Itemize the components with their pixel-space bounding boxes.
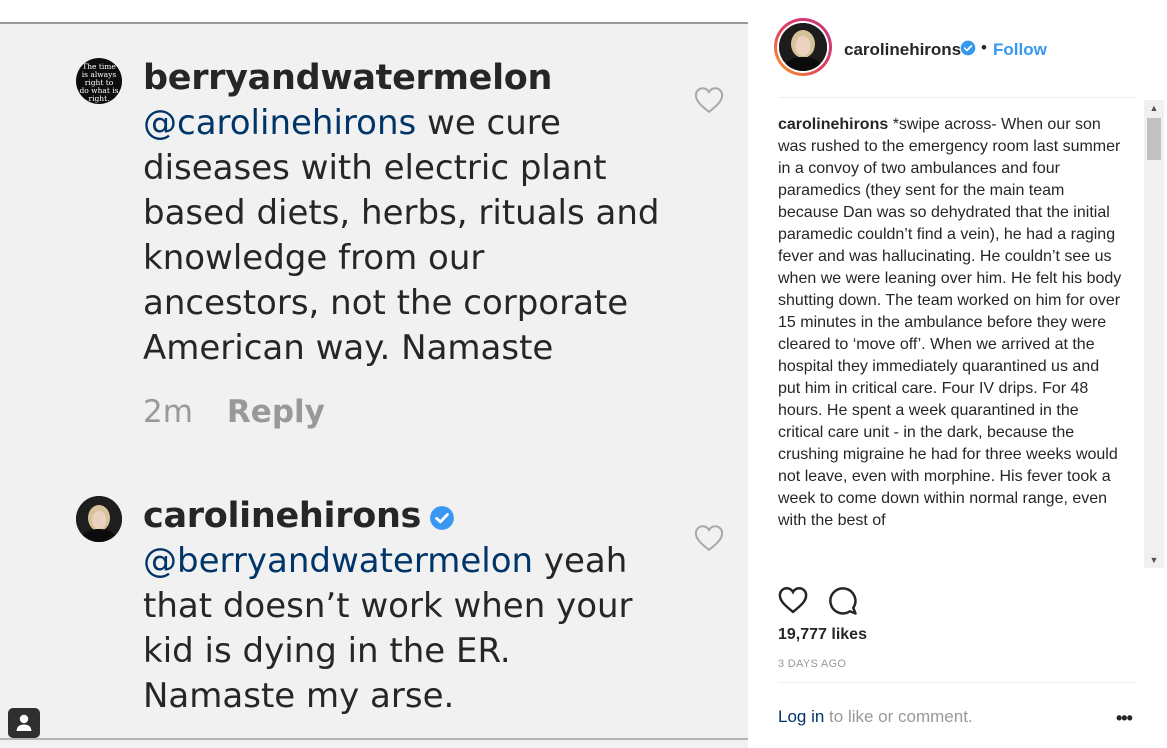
comment-mention: @carolinehirons bbox=[143, 103, 417, 143]
caption-username[interactable]: carolinehirons bbox=[778, 116, 888, 133]
comment-meta: 2m Reply bbox=[143, 394, 325, 430]
avatar-portrait bbox=[76, 496, 122, 542]
caption-scrollbar[interactable]: ▲ ▼ bbox=[1144, 100, 1164, 568]
follow-button[interactable]: Follow bbox=[993, 40, 1047, 60]
login-prompt: Log in to like or comment. bbox=[778, 707, 973, 727]
more-options-button[interactable]: ••• bbox=[1116, 708, 1133, 729]
commenter-avatar: The time is always right to do what is r… bbox=[76, 58, 122, 104]
like-heart-icon[interactable] bbox=[778, 586, 808, 614]
comment-heart-icon bbox=[694, 87, 724, 114]
login-link[interactable]: Log in bbox=[778, 707, 824, 726]
comment-body: berryandwatermelon @carolinehirons we cu… bbox=[143, 56, 663, 371]
image-top-divider bbox=[0, 0, 748, 24]
comment-heart-icon bbox=[694, 525, 724, 552]
profile-avatar[interactable] bbox=[774, 18, 832, 76]
avatar-portrait bbox=[779, 23, 827, 71]
avatar-quote-text: The time is always right to do what is r… bbox=[79, 62, 119, 103]
post-sidebar: carolinehirons • Follow carolinehirons *… bbox=[748, 0, 1167, 748]
comment-icon[interactable] bbox=[828, 586, 858, 616]
caption-text: *swipe across- When our son was rushed t… bbox=[778, 116, 1122, 529]
footer-divider bbox=[778, 682, 1136, 683]
post-age[interactable]: 3 DAYS AGO bbox=[778, 658, 846, 670]
header-divider bbox=[778, 97, 1136, 98]
login-suffix: to like or comment. bbox=[824, 707, 973, 726]
scroll-down-arrow-icon[interactable]: ▼ bbox=[1144, 552, 1164, 568]
scroll-up-arrow-icon[interactable]: ▲ bbox=[1144, 100, 1164, 116]
comment-username: carolinehirons bbox=[143, 496, 422, 536]
likes-count[interactable]: 19,777 likes bbox=[778, 626, 867, 644]
header-username[interactable]: carolinehirons bbox=[844, 40, 961, 60]
header-separator: • bbox=[981, 38, 987, 57]
verified-badge-icon bbox=[430, 505, 455, 530]
comment-mention: @berryandwatermelon bbox=[143, 541, 534, 581]
comment-time: 2m bbox=[143, 394, 193, 430]
user-tag-icon[interactable] bbox=[8, 708, 40, 738]
image-bottom-divider bbox=[0, 738, 748, 740]
comment-body: carolinehirons @berryandwatermelon yeah … bbox=[143, 494, 663, 719]
post-image: The time is always right to do what is r… bbox=[0, 0, 748, 748]
comment-reply-label: Reply bbox=[226, 394, 325, 430]
verified-badge-icon bbox=[960, 40, 976, 56]
commenter-avatar bbox=[76, 496, 122, 542]
caption: carolinehirons *swipe across- When our s… bbox=[778, 114, 1123, 569]
comment-username: berryandwatermelon bbox=[143, 58, 553, 98]
scrollbar-thumb[interactable] bbox=[1147, 118, 1161, 160]
